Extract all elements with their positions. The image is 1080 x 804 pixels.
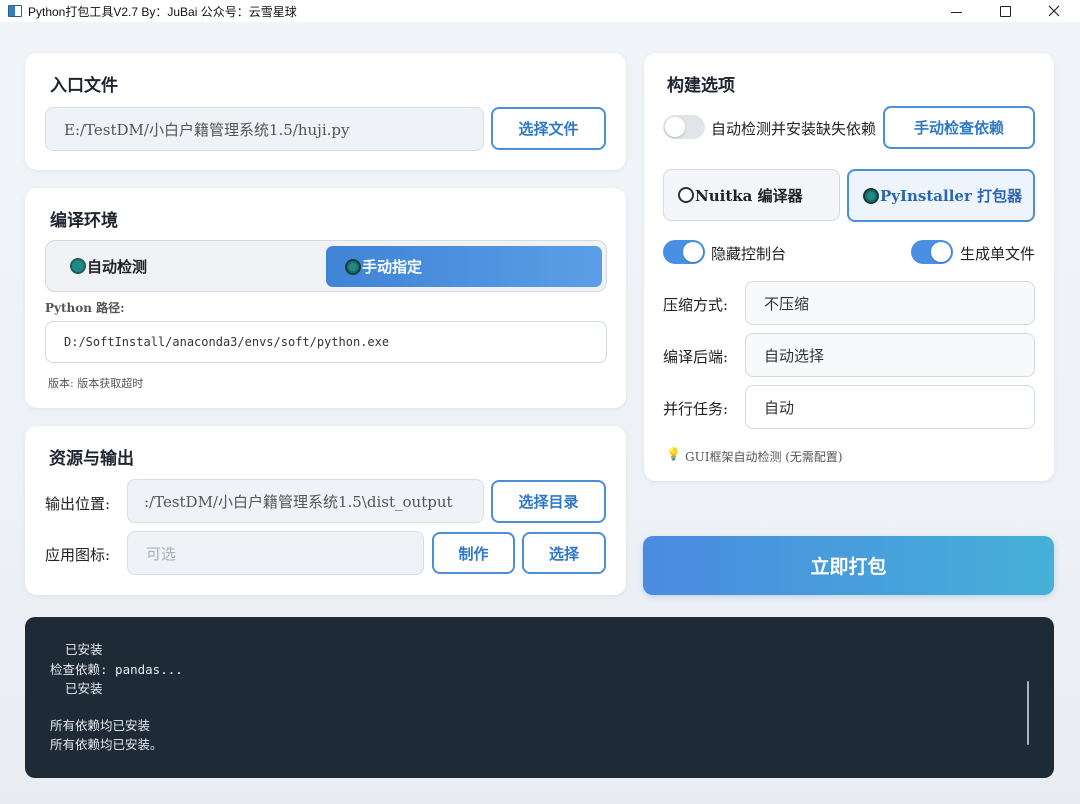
backend-select[interactable]: 自动选择 — [745, 333, 1035, 377]
compress-select[interactable]: 不压缩 — [745, 281, 1035, 325]
console-scrollbar[interactable] — [1027, 681, 1029, 745]
maximize-icon — [999, 5, 1011, 17]
app-icon — [8, 5, 22, 17]
compile-env-card: 编译环境 自动检测 手动指定 Python 路径: D:/SoftInstall… — [25, 188, 626, 408]
console-line: 所有依赖均已安装。 — [50, 737, 163, 752]
nuitka-option[interactable]: Nuitka 编译器 — [663, 169, 840, 221]
close-button[interactable] — [1031, 0, 1077, 22]
build-options-title: 构建选项 — [667, 76, 735, 96]
lightbulb-icon: 💡 — [666, 447, 681, 461]
auto-deps-toggle[interactable] — [663, 115, 705, 139]
console-line: 已安装 — [50, 642, 103, 657]
console-line: 已安装 — [50, 681, 103, 696]
gui-hint-text: GUI框架自动检测 (无需配置) — [685, 450, 843, 464]
radio-icon — [70, 258, 86, 274]
console-line: 检查依赖: pandas... — [50, 662, 183, 677]
pyinstaller-option[interactable]: PyInstaller 打包器 — [847, 169, 1035, 222]
nuitka-label: Nuitka 编译器 — [695, 186, 803, 205]
pack-now-button[interactable]: 立即打包 — [643, 536, 1054, 595]
select-file-button[interactable]: 选择文件 — [491, 107, 606, 150]
entry-file-title: 入口文件 — [50, 76, 118, 96]
python-path-label: Python 路径: — [45, 301, 125, 315]
env-manual-option[interactable]: 手动指定 — [326, 246, 602, 287]
radio-selected-icon — [863, 187, 879, 204]
version-text: 版本: 版本获取超时 — [48, 377, 144, 390]
console-output: 已安装 检查依赖: pandas... 已安装 所有依赖均已安装 所有依赖均已安… — [25, 617, 1054, 778]
icon-path-input[interactable]: 可选 — [127, 531, 424, 575]
backend-label: 编译后端: — [663, 348, 729, 366]
entry-file-card: 入口文件 E:/TestDM/小白户籍管理系统1.5/huji.py 选择文件 — [25, 53, 626, 170]
radio-icon — [678, 187, 694, 203]
env-manual-label: 手动指定 — [362, 258, 423, 276]
entry-file-input[interactable]: E:/TestDM/小白户籍管理系统1.5/huji.py — [45, 107, 484, 151]
icon-label: 应用图标: — [45, 546, 111, 564]
check-deps-button[interactable]: 手动检查依赖 — [883, 106, 1035, 149]
minimize-button[interactable] — [933, 0, 979, 22]
jobs-label: 并行任务: — [663, 400, 729, 418]
onefile-label: 生成单文件 — [960, 245, 1036, 263]
make-icon-button[interactable]: 制作 — [432, 532, 515, 574]
close-icon — [1048, 5, 1060, 17]
env-auto-label: 自动检测 — [87, 257, 148, 276]
compress-label: 压缩方式: — [663, 296, 729, 314]
window-title: Python打包工具V2.7 By：JuBai 公众号：云雪星球 — [28, 4, 297, 19]
build-options-card: 构建选项 自动检测并安装缺失依赖 手动检查依赖 Nuitka 编译器 PyIns… — [644, 53, 1054, 481]
resources-card: 资源与输出 输出位置: :/TestDM/小白户籍管理系统1.5\dist_ou… — [25, 426, 626, 595]
select-dir-button[interactable]: 选择目录 — [491, 480, 606, 523]
env-auto-option[interactable]: 自动检测 — [70, 253, 147, 279]
env-mode-segment: 自动检测 手动指定 — [45, 240, 607, 292]
maximize-button[interactable] — [982, 0, 1028, 22]
output-path-input[interactable]: :/TestDM/小白户籍管理系统1.5\dist_output — [127, 479, 484, 523]
auto-deps-label: 自动检测并安装缺失依赖 — [711, 120, 877, 138]
output-label: 输出位置: — [45, 495, 111, 513]
title-bar: Python打包工具V2.7 By：JuBai 公众号：云雪星球 — [0, 0, 1080, 22]
resources-title: 资源与输出 — [49, 449, 134, 469]
minimize-icon — [950, 11, 962, 13]
console-line: 所有依赖均已安装 — [50, 718, 151, 733]
hide-console-label: 隐藏控制台 — [711, 245, 787, 263]
choose-icon-button[interactable]: 选择 — [522, 532, 606, 574]
onefile-toggle[interactable] — [911, 240, 953, 264]
compile-env-title: 编译环境 — [50, 211, 118, 231]
jobs-select[interactable]: 自动 — [745, 385, 1035, 429]
python-path-input[interactable]: D:/SoftInstall/anaconda3/envs/soft/pytho… — [45, 321, 607, 363]
radio-selected-icon — [345, 258, 361, 275]
pyinstaller-label: PyInstaller 打包器 — [880, 187, 1023, 205]
hide-console-toggle[interactable] — [663, 240, 705, 264]
